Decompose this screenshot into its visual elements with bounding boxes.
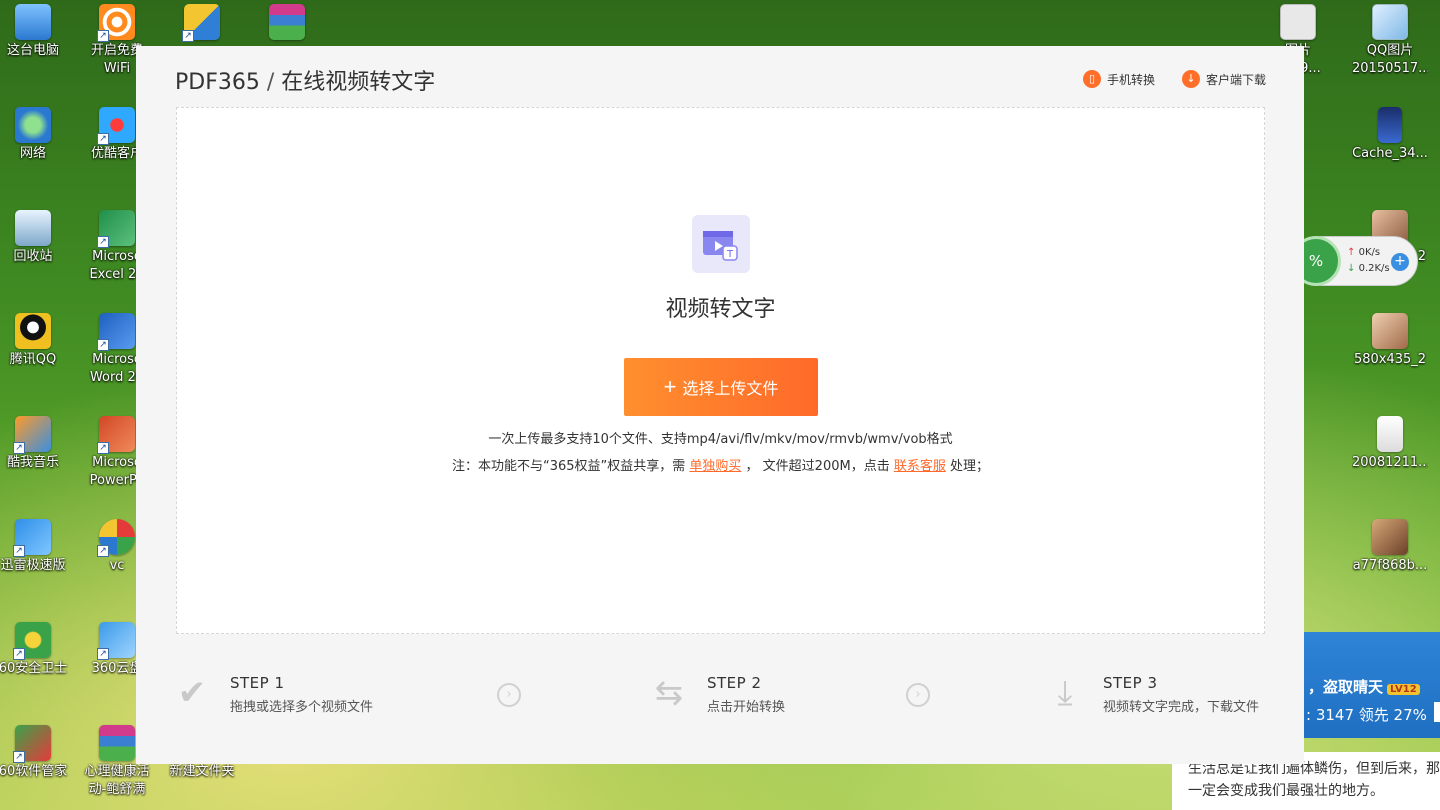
desktop-icon-shield[interactable]: ↗ — [164, 4, 240, 42]
up-arrow-icon: ↑ — [1347, 247, 1356, 258]
chevron-right-icon: › — [497, 683, 521, 707]
down-arrow-icon: ↓ — [1347, 263, 1356, 274]
desktop-icon-photo-4[interactable]: a77f868b... — [1352, 519, 1428, 575]
news-stats: : 3147 领先 27% — [1306, 706, 1427, 724]
convert-arrows-icon: ⇆ — [654, 673, 684, 713]
winrar-icon — [269, 4, 305, 40]
network-speed-widget[interactable]: % ↑ 0K/s ↓ 0.2K/s + — [1291, 236, 1418, 286]
photo-icon — [1372, 313, 1408, 349]
download-tray-icon: ⤓ — [1057, 673, 1073, 713]
chevron-right-icon: › — [906, 683, 930, 707]
plus-icon[interactable]: + — [1391, 253, 1409, 271]
video-to-text-svg: T — [703, 231, 738, 261]
level-badge: LV12 — [1387, 684, 1420, 695]
photo-icon — [1372, 519, 1408, 555]
upload-caption: 视频转文字 — [665, 297, 776, 322]
360-safe-icon: ↗ — [13, 622, 51, 660]
desktop-icon-winrar[interactable] — [249, 4, 325, 42]
rar-file-icon — [99, 725, 135, 761]
desktop-icon-thunder[interactable]: ↗ 迅雷极速版 — [0, 519, 71, 575]
360-manager-icon: ↗ — [13, 725, 51, 763]
phone-icon: ▯ — [1083, 70, 1101, 88]
buy-separately-link[interactable]: 单独购买 — [689, 459, 741, 474]
download-speed: ↓ 0.2K/s — [1347, 263, 1390, 274]
kugou-icon: ↗ — [13, 416, 51, 454]
desktop-icon-qq-image[interactable]: QQ图片 20150517... — [1352, 4, 1428, 78]
desktop-icon-cache-file[interactable]: Cache_34... — [1352, 107, 1428, 163]
desktop-icon-network[interactable]: 网络 — [0, 107, 71, 163]
news-popup[interactable]: ，盗取晴天 LV12 : 3147 领先 27% — [1304, 632, 1440, 738]
recycle-bin-icon — [15, 210, 51, 246]
page-title: PDF365 / 在线视频转文字 — [175, 64, 435, 96]
svg-text:T: T — [726, 249, 734, 260]
upload-speed: ↑ 0K/s — [1347, 247, 1381, 258]
desktop-icon-360-manager[interactable]: ↗ 60软件管家 — [0, 725, 71, 781]
vc-icon: ↗ — [97, 519, 135, 557]
image-file-icon — [1280, 4, 1316, 40]
page-name: 在线视频转文字 — [281, 70, 436, 95]
plus-icon: + — [663, 374, 677, 399]
pdf365-window: PDF365 / 在线视频转文字 ▯ 手机转换 ↓ 客户端下载 T 视频转文字 … — [136, 46, 1304, 764]
desktop-icon-photo-2[interactable]: 580x435_2 — [1352, 313, 1428, 369]
computer-icon — [15, 4, 51, 40]
desktop-icon-qq[interactable]: 腾讯QQ — [0, 313, 71, 369]
mobile-convert-link[interactable]: ▯ 手机转换 — [1083, 70, 1155, 88]
download-icon: ↓ — [1182, 70, 1200, 88]
desktop-icon-photo-3[interactable]: 20081211... — [1352, 416, 1428, 472]
desktop-icon-recycle-bin[interactable]: 回收站 — [0, 210, 71, 266]
photo-icon — [1377, 416, 1403, 452]
select-upload-file-button[interactable]: + 选择上传文件 — [624, 358, 818, 416]
thunder-icon: ↗ — [13, 519, 51, 557]
upload-note: 注：本功能不与“365权益”权益共享，需 单独购买 ， 文件超过200M，点击 … — [451, 459, 990, 474]
cache-file-icon — [1378, 107, 1402, 143]
step-3: ⤓ STEP 3 视频转文字完成，下载文件 — [1045, 674, 1259, 715]
360-cloud-icon: ↗ — [97, 622, 135, 660]
upload-drop-zone[interactable]: T 视频转文字 + 选择上传文件 一次上传最多支持10个文件、支持mp4/avi… — [176, 107, 1265, 634]
upload-format-info: 一次上传最多支持10个文件、支持mp4/avi/flv/mkv/mov/rmvb… — [488, 432, 953, 447]
word-icon: ↗ — [97, 313, 135, 351]
step-2: ⇆ STEP 2 点击开始转换 — [649, 674, 785, 715]
checkmark-icon: ✔ — [177, 673, 207, 713]
contact-service-link[interactable]: 联系客服 — [894, 459, 946, 474]
desktop-icon-360-safe[interactable]: ↗ 60安全卫士 — [0, 622, 71, 678]
network-icon — [15, 107, 51, 143]
video-to-text-icon: T — [692, 215, 750, 273]
youku-icon: ↗ — [97, 107, 135, 145]
step-1: ✔ STEP 1 拖拽或选择多个视频文件 — [172, 674, 373, 715]
desktop-icon-kugou[interactable]: ↗ 酷我音乐 — [0, 416, 71, 472]
wifi-icon: ↗ — [97, 4, 135, 42]
desktop-icon-computer[interactable]: 这台电脑 — [0, 4, 71, 60]
title-separator: / — [266, 70, 275, 95]
client-download-link[interactable]: ↓ 客户端下载 — [1182, 70, 1266, 88]
shield-icon: ↗ — [182, 4, 220, 42]
excel-icon: ↗ — [97, 210, 135, 248]
popup-scrollbar[interactable] — [1434, 702, 1440, 722]
powerpoint-icon: ↗ — [97, 416, 135, 454]
news-headline: ，盗取晴天 LV12 — [1308, 676, 1420, 697]
qq-image-icon — [1372, 4, 1408, 40]
brand-name[interactable]: PDF365 — [175, 70, 260, 95]
qq-icon — [15, 313, 51, 349]
